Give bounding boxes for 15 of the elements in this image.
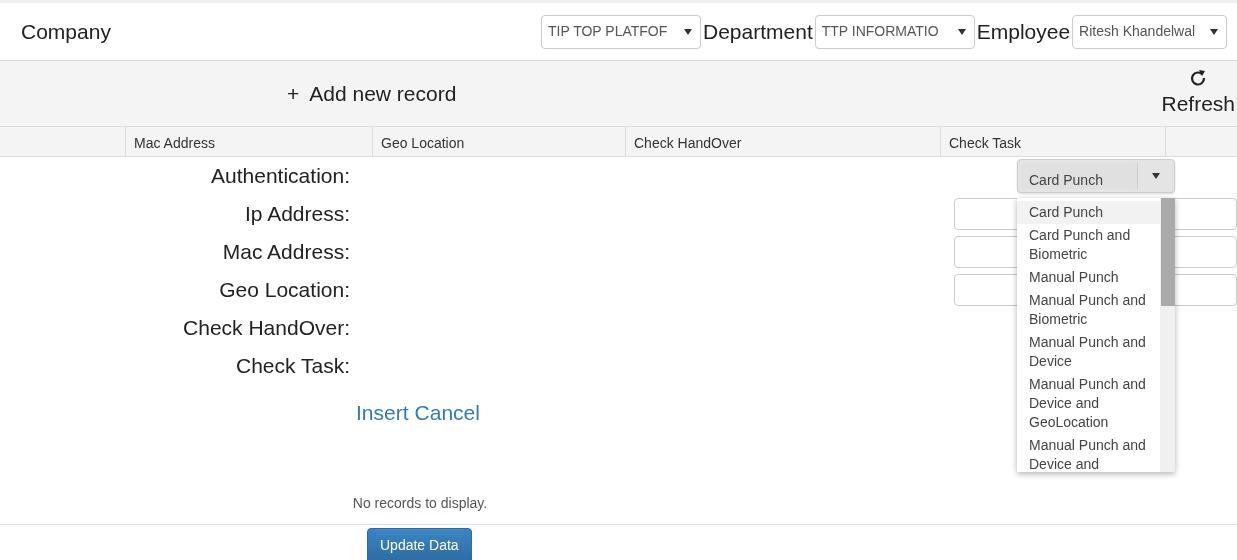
column-header: Geo Location	[372, 127, 625, 156]
field-label: Mac Address:	[221, 239, 350, 266]
column-header: Check HandOver	[625, 127, 940, 156]
column-header: Mac Address	[125, 127, 372, 156]
filter-label: Employee	[976, 18, 1071, 45]
field-label: Check Task:	[235, 353, 350, 380]
column-header: Check Task	[940, 127, 1165, 156]
field-label: Authentication:	[210, 163, 350, 190]
field-label: Check HandOver:	[182, 315, 350, 342]
field-label: Ip Address:	[243, 201, 350, 228]
filter-label: Company	[21, 18, 112, 45]
field-label: Geo Location:	[218, 277, 350, 304]
filter-label: Department	[703, 18, 813, 45]
empty-message: No records to display.	[351, 493, 489, 513]
plus-icon: +	[287, 77, 300, 110]
